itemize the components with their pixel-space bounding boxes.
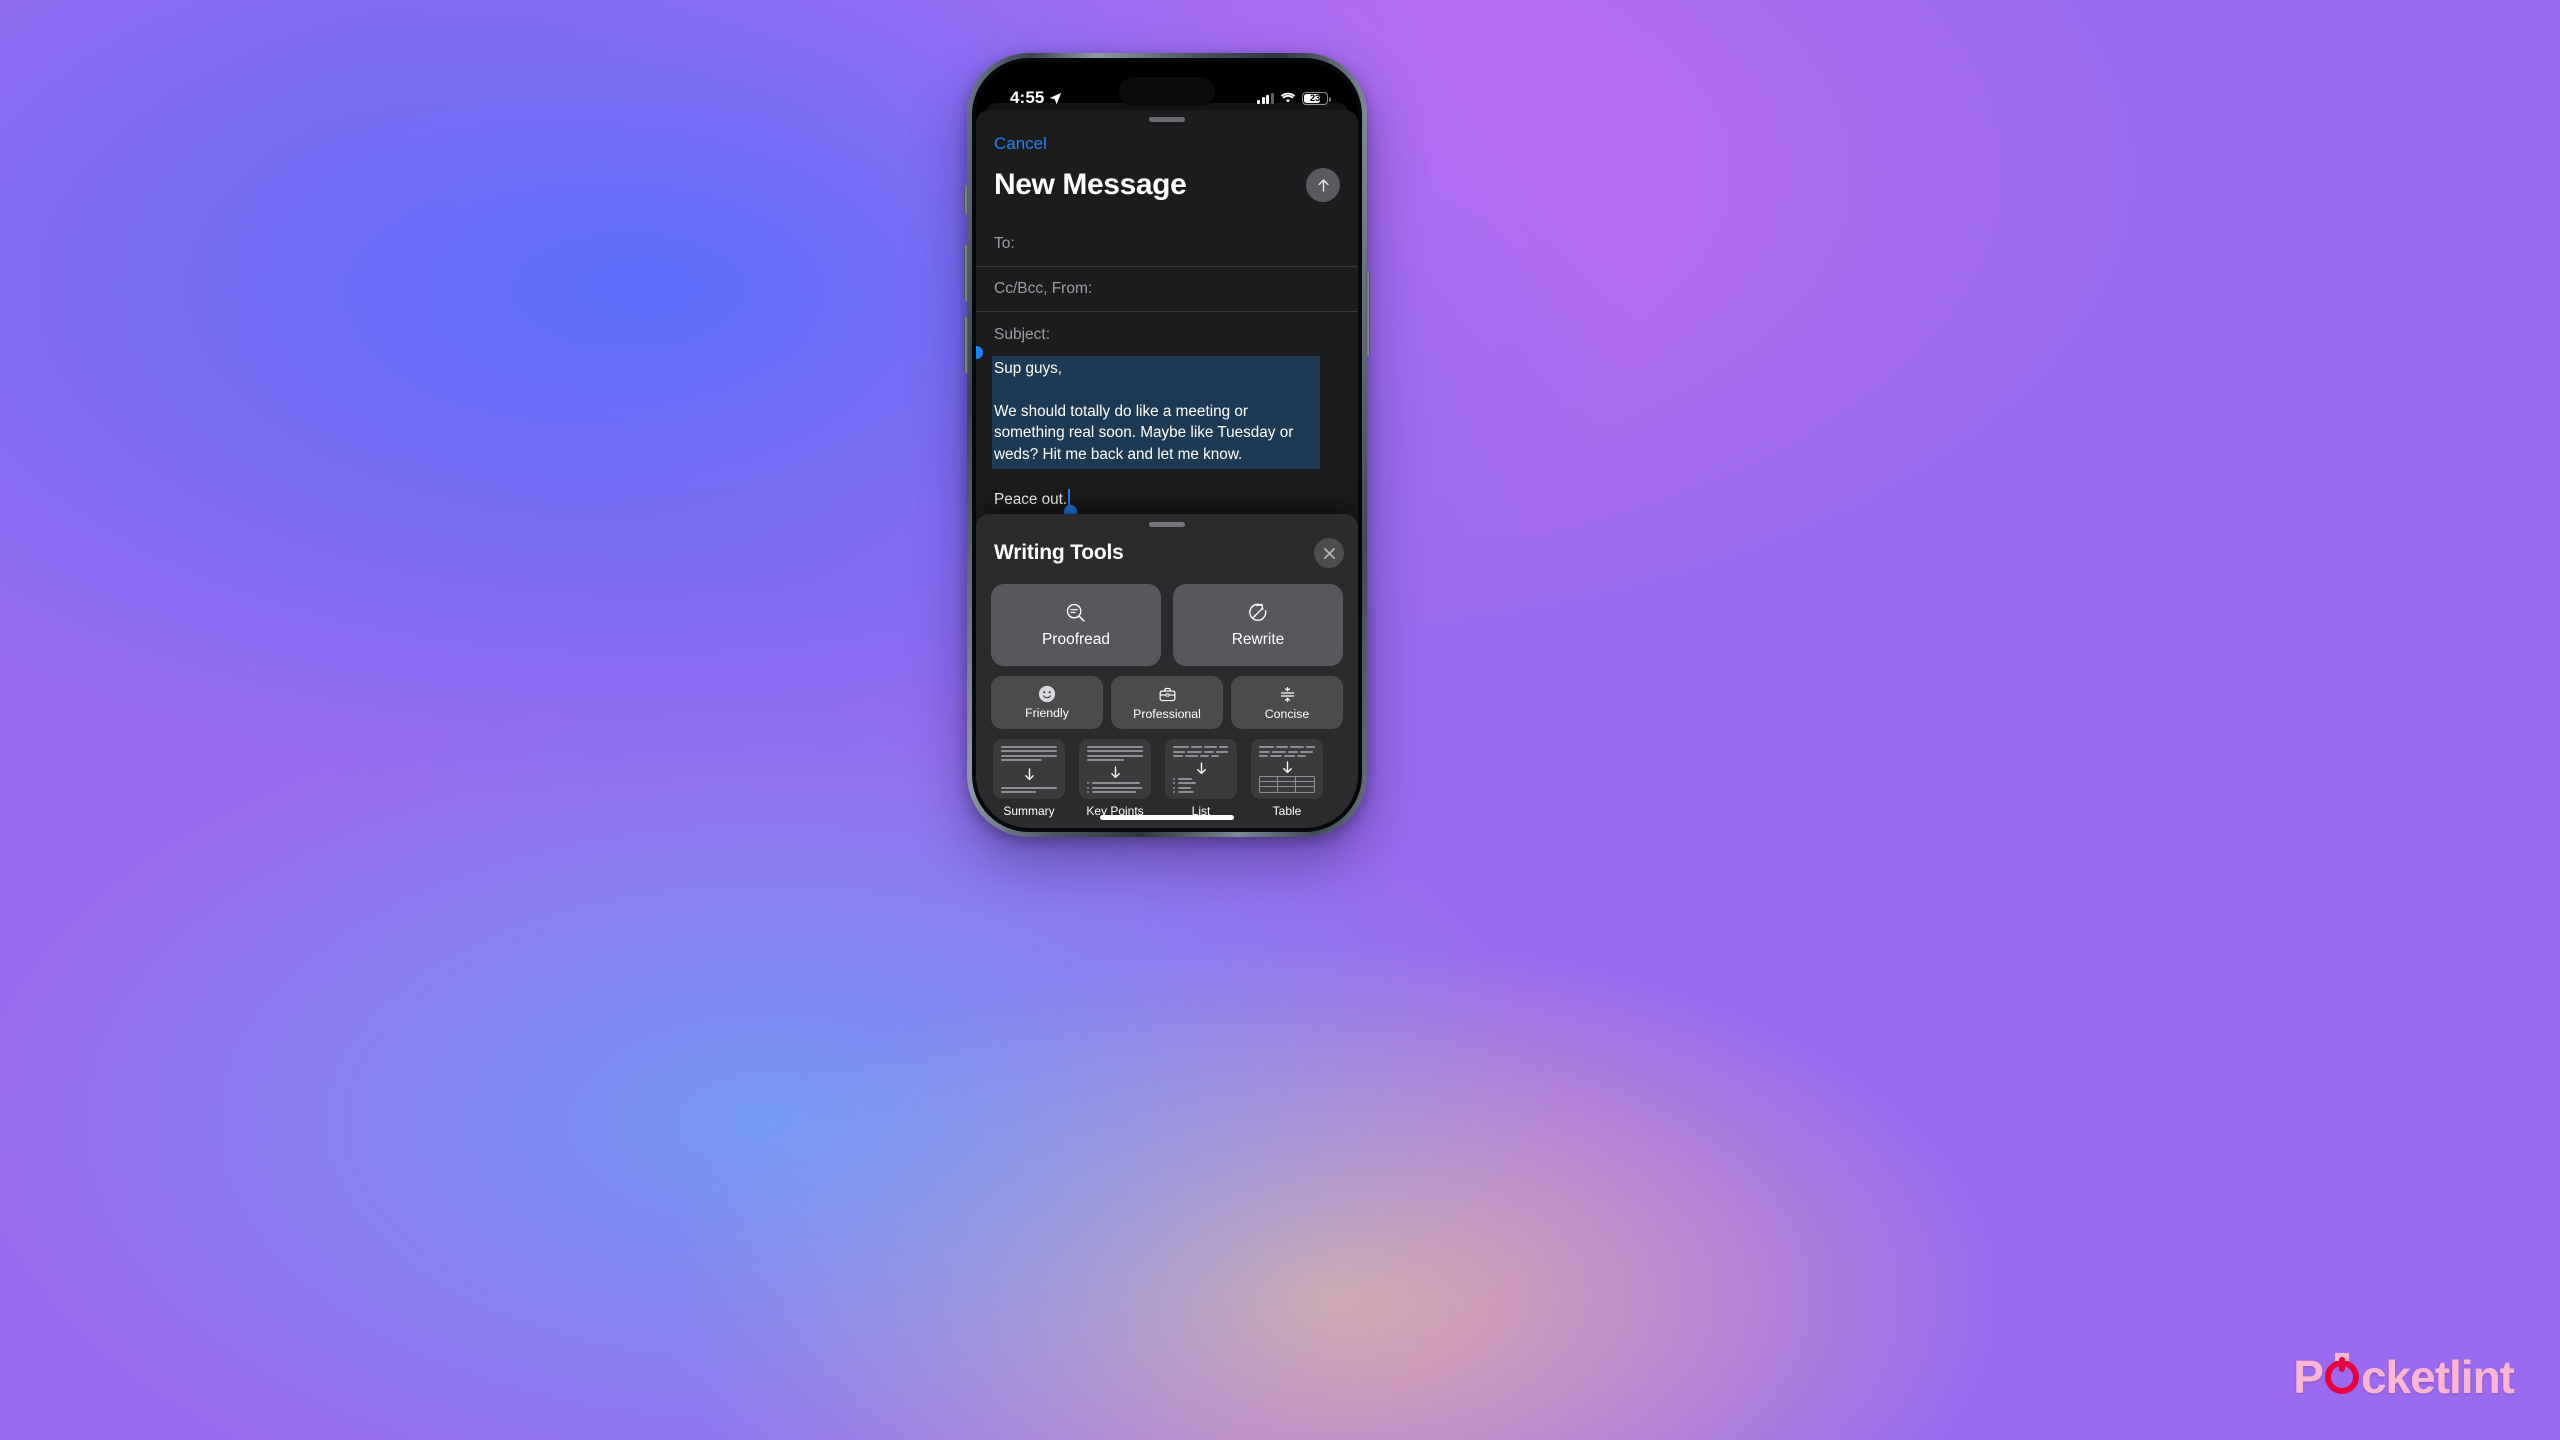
- proofread-button[interactable]: Proofread: [991, 584, 1161, 666]
- volume-up-button[interactable]: [964, 245, 968, 301]
- down-arrow-icon: [1024, 768, 1034, 781]
- battery-icon: 23: [1302, 91, 1331, 105]
- action-button[interactable]: [964, 185, 968, 215]
- body-greeting: Sup guys,: [994, 360, 1063, 377]
- power-symbol-icon: [2324, 1360, 2359, 1394]
- cancel-button[interactable]: Cancel: [994, 134, 1047, 154]
- body-closing-label: Peace out.: [994, 491, 1068, 508]
- watermark-suffix: cketlint: [2360, 1351, 2515, 1403]
- tone-friendly-label: Friendly: [1025, 706, 1069, 720]
- arrow-up-icon: [1317, 178, 1329, 192]
- rewrite-label: Rewrite: [1231, 631, 1285, 648]
- writing-tools-grabber-handle[interactable]: [1149, 522, 1185, 527]
- tone-concise-label: Concise: [1264, 706, 1310, 721]
- writing-tools-primary-actions: Proofread Rewrite: [991, 584, 1343, 666]
- table-thumbnail-icon: [1251, 739, 1323, 799]
- subject-label: Subject:: [994, 325, 1051, 343]
- tone-professional-label: Professional: [1133, 706, 1201, 721]
- proofread-label: Proofread: [1041, 631, 1111, 648]
- cellular-bars-icon: [1257, 92, 1274, 104]
- recipient-to-field[interactable]: To:: [976, 222, 1358, 267]
- down-arrow-icon: [1110, 766, 1120, 779]
- selected-text-block[interactable]: Sup guys, We should totally do like a me…: [976, 346, 1320, 469]
- transform-table-label: Table: [1272, 804, 1302, 818]
- transform-table-button[interactable]: Table: [1249, 739, 1325, 818]
- body-blank-line: [994, 380, 1320, 401]
- tone-professional-button[interactable]: Professional: [1111, 676, 1223, 729]
- writing-tools-sheet: Writing Tools Proofread Rewrite Friendly…: [976, 514, 1358, 828]
- body-closing-line: Peace out.: [994, 489, 1077, 518]
- wifi-icon: [1280, 92, 1296, 103]
- recipient-cc-bcc-from-field[interactable]: Cc/Bcc, From:: [976, 267, 1358, 312]
- to-label: To:: [994, 235, 1015, 252]
- subject-field[interactable]: Subject:: [976, 312, 1358, 357]
- transform-key-points-button[interactable]: Key Points: [1077, 739, 1153, 818]
- iphone-device: 4:55 23 Cancel New Message To: Cc/Bcc, F…: [964, 53, 1370, 837]
- summary-thumbnail-icon: [993, 739, 1065, 799]
- status-time-label: 4:55: [1010, 88, 1045, 107]
- down-arrow-icon: [1196, 762, 1206, 774]
- close-icon: [1323, 547, 1335, 559]
- writing-tools-title: Writing Tools: [994, 541, 1124, 564]
- close-button[interactable]: [1314, 538, 1344, 568]
- volume-down-button[interactable]: [964, 317, 968, 373]
- magnifier-text-icon: [1066, 603, 1085, 622]
- compose-header: New Message: [976, 168, 1358, 202]
- phone-bezel: 4:55 23 Cancel New Message To: Cc/Bcc, F…: [972, 58, 1362, 832]
- watermark-prefix: P: [2293, 1351, 2324, 1403]
- battery-percent-label: 23: [1309, 92, 1321, 104]
- briefcase-icon: [1159, 687, 1175, 701]
- body-paragraph: We should totally do like a meeting or s…: [994, 402, 1294, 463]
- rewrite-button[interactable]: Rewrite: [1173, 584, 1343, 666]
- compress-arrows-icon: [1280, 686, 1294, 702]
- home-indicator[interactable]: [1100, 815, 1234, 820]
- phone-screen: 4:55 23 Cancel New Message To: Cc/Bcc, F…: [976, 62, 1358, 828]
- writing-tools-tone-options: Friendly Professional Concise: [991, 676, 1343, 729]
- smiley-face-icon: [1038, 685, 1056, 703]
- power-button[interactable]: [1366, 271, 1370, 355]
- key-points-thumbnail-icon: [1079, 739, 1151, 799]
- writing-tools-transform-options: Summary Key Points List Table: [991, 739, 1358, 818]
- circular-arrow-pen-icon: [1249, 603, 1267, 621]
- send-button[interactable]: [1306, 168, 1340, 202]
- status-time-group: 4:55: [1010, 88, 1062, 108]
- down-arrow-icon: [1282, 761, 1292, 774]
- list-thumbnail-icon: [1165, 739, 1237, 799]
- status-indicators: 23: [1257, 91, 1331, 105]
- cc-bcc-from-label: Cc/Bcc, From:: [994, 280, 1093, 297]
- message-body-editor[interactable]: Sup guys, We should totally do like a me…: [976, 346, 1358, 518]
- transform-summary-button[interactable]: Summary: [991, 739, 1067, 818]
- page-title: New Message: [994, 168, 1187, 201]
- tone-friendly-button[interactable]: Friendly: [991, 676, 1103, 729]
- transform-summary-label: Summary: [1003, 804, 1055, 818]
- location-arrow-icon: [1050, 92, 1062, 104]
- pocket-lint-watermark: Pcketlint: [2293, 1350, 2515, 1404]
- dynamic-island: [1119, 77, 1215, 106]
- writing-tools-header: Writing Tools: [994, 538, 1344, 568]
- transform-list-button[interactable]: List: [1163, 739, 1239, 818]
- tone-concise-button[interactable]: Concise: [1231, 676, 1343, 729]
